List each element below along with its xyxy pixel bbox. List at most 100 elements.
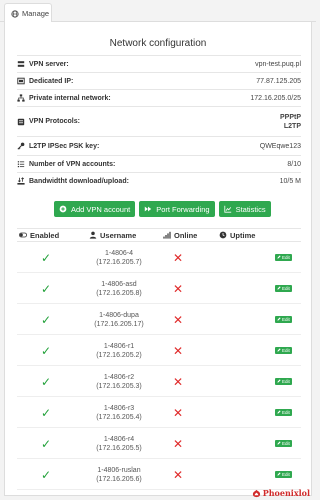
table-row: ✓ 1-4806-r4 (172.16.205.5) ✕ Edit xyxy=(17,429,301,459)
globe-icon xyxy=(11,9,19,18)
offline-x-icon: ✕ xyxy=(173,374,184,389)
user-ip: (172.16.205.8) xyxy=(96,289,142,297)
offline-x-icon: ✕ xyxy=(173,312,184,327)
info-label: Private internal network: xyxy=(29,94,111,102)
button-label: Statistics xyxy=(235,204,266,214)
info-row-vpn-accounts: Number of VPN accounts: 8/10 xyxy=(17,155,301,172)
offline-x-icon: ✕ xyxy=(173,343,184,358)
enabled-check-icon[interactable]: ✓ xyxy=(41,406,51,420)
edit-label: Edit xyxy=(282,440,290,446)
edit-label: Edit xyxy=(282,471,290,477)
key-icon xyxy=(17,142,25,150)
plus-circle-icon xyxy=(59,205,67,213)
user-icon xyxy=(89,231,97,239)
edit-button[interactable]: Edit xyxy=(275,470,292,478)
pencil-icon xyxy=(277,255,281,259)
info-value: vpn-test.puq.pl xyxy=(255,60,301,68)
user-ip: (172.16.205.2) xyxy=(96,351,142,359)
enabled-check-icon[interactable]: ✓ xyxy=(41,468,51,482)
server-icon xyxy=(17,61,25,67)
edit-button[interactable]: Edit xyxy=(275,253,292,261)
user-ip: (172.16.205.4) xyxy=(96,413,142,421)
enabled-check-icon[interactable]: ✓ xyxy=(41,313,51,327)
info-value-2: L2TP xyxy=(283,122,301,130)
info-value: 172.16.205.0/25 xyxy=(250,94,301,102)
table-row: ✓ 1-4806-ruslan (172.16.205.6) ✕ Edit xyxy=(17,460,301,490)
info-label: L2TP IPSec PSK key: xyxy=(29,142,100,150)
user-ip: (172.16.205.7) xyxy=(96,258,142,266)
enabled-check-icon[interactable]: ✓ xyxy=(41,251,51,265)
offline-x-icon: ✕ xyxy=(173,250,184,265)
enabled-check-icon[interactable]: ✓ xyxy=(41,437,51,451)
info-row-dedicated-ip: Dedicated IP: 77.87.125.205 xyxy=(17,72,301,89)
offline-x-icon: ✕ xyxy=(173,436,184,451)
edit-button[interactable]: Edit xyxy=(275,284,292,292)
edit-button[interactable]: Edit xyxy=(275,439,292,447)
th-online[interactable]: Online xyxy=(159,231,219,240)
username: 1-4806-r2 xyxy=(103,373,135,381)
user-ip: (172.16.205.3) xyxy=(96,382,142,390)
info-row-vpn-server: VPN server: vpn-test.puq.pl xyxy=(17,55,301,72)
list-icon xyxy=(17,161,25,168)
username: 1-4806-4 xyxy=(104,249,134,257)
add-vpn-account-button[interactable]: Add VPN account xyxy=(54,201,136,217)
ip-icon xyxy=(17,77,25,85)
username: 1-4806-asd xyxy=(101,280,137,288)
forward-icon xyxy=(145,206,152,212)
info-row-private-network: Private internal network: 172.16.205.0/2… xyxy=(17,89,301,106)
info-value: 8/10 xyxy=(287,160,301,168)
offline-x-icon: ✕ xyxy=(173,405,184,420)
pencil-icon xyxy=(277,286,281,290)
pencil-icon xyxy=(277,472,281,476)
info-value: PPPtP xyxy=(279,113,301,121)
tab-manage[interactable]: Manage xyxy=(4,3,52,23)
edit-button[interactable]: Edit xyxy=(275,408,292,416)
info-label: Dedicated IP: xyxy=(29,77,74,85)
page-title: Network configuration xyxy=(109,38,207,49)
edit-button[interactable]: Edit xyxy=(275,377,292,385)
statistics-button[interactable]: Statistics xyxy=(218,201,271,217)
phoenix-icon xyxy=(252,489,260,497)
username: 1-4806-r3 xyxy=(103,404,135,412)
info-value: 10/5 M xyxy=(279,177,301,185)
enabled-check-icon[interactable]: ✓ xyxy=(41,344,51,358)
tab-bar: Manage xyxy=(0,0,316,23)
table-row: ✓ 1-4806-r2 (172.16.205.3) ✕ Edit xyxy=(17,367,301,397)
pencil-icon xyxy=(277,410,281,414)
th-enabled[interactable]: Enabled xyxy=(17,231,79,240)
edit-button[interactable]: Edit xyxy=(275,315,292,323)
enabled-check-icon[interactable]: ✓ xyxy=(41,282,51,296)
table-header: Enabled Username Online Uptime xyxy=(17,228,301,242)
th-label: Username xyxy=(100,230,137,240)
tab-label: Manage xyxy=(22,9,50,18)
protocol-icon xyxy=(17,118,25,125)
clock-icon xyxy=(219,231,227,239)
edit-label: Edit xyxy=(282,378,290,384)
table-row: ✓ 1-4806-asd (172.16.205.8) ✕ Edit xyxy=(17,274,301,304)
edit-label: Edit xyxy=(282,254,290,260)
action-bar: Add VPN account Port Forwarding Statisti… xyxy=(54,201,271,217)
user-ip: (172.16.205.17) xyxy=(94,320,144,328)
enabled-check-icon[interactable]: ✓ xyxy=(41,375,51,389)
info-row-psk-key: L2TP IPSec PSK key: QWEqwe123 xyxy=(17,136,301,155)
user-ip: (172.16.205.5) xyxy=(96,444,142,452)
table-row: ✓ 1-4806-4 (172.16.205.7) ✕ Edit xyxy=(17,243,301,273)
edit-button[interactable]: Edit xyxy=(275,346,292,354)
offline-x-icon: ✕ xyxy=(173,467,184,482)
info-value: QWEqwe123 xyxy=(259,142,301,150)
info-label: Number of VPN accounts: xyxy=(29,160,116,168)
th-label: Uptime xyxy=(230,230,256,240)
network-icon xyxy=(17,94,25,102)
th-username[interactable]: Username xyxy=(79,231,159,240)
info-row-bandwidth: Bandwidtht download/upload: 10/5 M xyxy=(17,172,301,189)
th-label: Online xyxy=(174,230,198,240)
signal-icon xyxy=(163,231,171,239)
th-uptime[interactable]: Uptime xyxy=(219,231,301,240)
pencil-icon xyxy=(277,317,281,321)
th-label: Enabled xyxy=(30,230,60,240)
pencil-icon xyxy=(277,379,281,383)
port-forwarding-button[interactable]: Port Forwarding xyxy=(139,201,215,217)
button-label: Port Forwarding xyxy=(156,204,210,214)
pencil-icon xyxy=(277,441,281,445)
info-label: VPN server: xyxy=(29,60,69,68)
